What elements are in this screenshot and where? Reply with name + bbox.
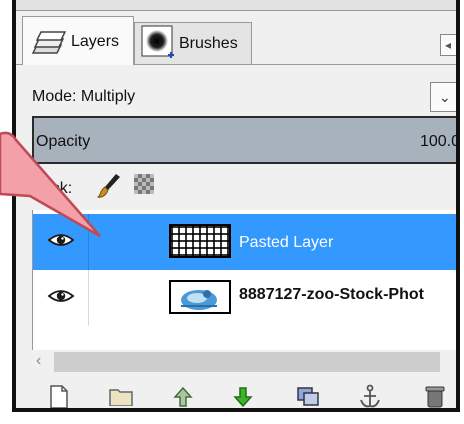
new-layer-icon[interactable]: [48, 384, 76, 408]
scroll-left-icon[interactable]: ‹: [36, 352, 41, 370]
delete-layer-icon[interactable]: [424, 384, 452, 408]
mode-dropdown-button[interactable]: ⌄: [430, 82, 456, 112]
tab-layers[interactable]: Layers: [22, 16, 134, 65]
brush-preview-icon: [141, 25, 177, 66]
layer-row-zoo-stock-photo[interactable]: 8887127-zoo-Stock-Phot: [33, 270, 456, 326]
opacity-value: 100.0: [419, 133, 460, 150]
layers-icon: [31, 27, 67, 62]
zoo-image-thumbnail: [169, 280, 231, 314]
layer-name: Pasted Layer: [239, 234, 334, 251]
scrollbar-track[interactable]: [54, 352, 440, 372]
lock-alpha-checker-icon[interactable]: [134, 174, 154, 194]
tab-brushes-label: Brushes: [179, 35, 238, 52]
scroll-right-icon[interactable]: ›: [459, 352, 460, 370]
lower-layer-icon[interactable]: [232, 384, 260, 408]
dock-top-edge: [16, 0, 456, 11]
raise-layer-icon[interactable]: [172, 384, 200, 408]
duplicate-layer-icon[interactable]: [296, 384, 324, 408]
mode-row: Mode: Multiply ⌄: [16, 72, 456, 112]
panel-menu-icon[interactable]: ◂: [440, 34, 456, 56]
anchor-layer-icon[interactable]: [358, 384, 386, 408]
callout-pointer: [0, 120, 112, 247]
tab-brushes[interactable]: Brushes: [134, 22, 252, 64]
mode-label: Mode: Multiply: [32, 88, 136, 105]
tab-layers-label: Layers: [71, 33, 120, 50]
horizontal-scrollbar[interactable]: ‹ ›: [32, 350, 460, 374]
layer-name: 8887127-zoo-Stock-Phot: [239, 286, 424, 303]
layers-toolbar: [32, 380, 456, 408]
visibility-toggle[interactable]: [33, 270, 89, 326]
eye-icon: [47, 286, 75, 311]
chevron-down-icon: ⌄: [439, 89, 451, 105]
mode-value: Multiply: [80, 88, 136, 105]
grid-pattern-thumbnail: [169, 224, 231, 258]
layer-group-icon[interactable]: [108, 384, 136, 408]
